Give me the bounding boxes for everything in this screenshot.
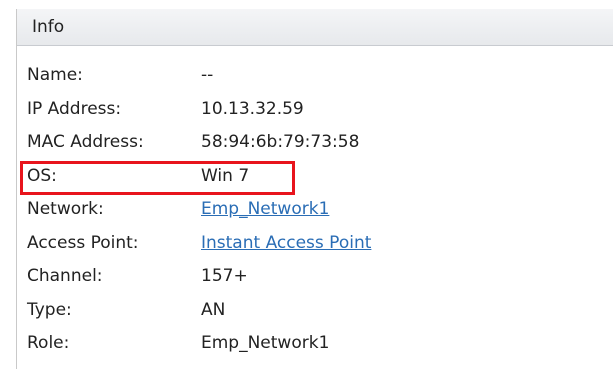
ip-address-value: 10.13.32.59 — [201, 98, 304, 119]
role-label: Role: — [27, 333, 70, 353]
row-channel: Channel: 157+ — [17, 261, 613, 295]
row-name: Name: -- — [17, 60, 613, 94]
mac-address-value: 58:94:6b:79:73:58 — [201, 132, 360, 152]
os-label: OS: — [27, 165, 57, 186]
name-label: Name: — [27, 65, 83, 85]
row-network: Network: Emp_Network1 — [17, 194, 613, 228]
role-value: Emp_Network1 — [201, 333, 330, 353]
channel-value: 157+ — [201, 266, 248, 286]
row-access-point: Access Point: Instant Access Point — [17, 228, 613, 262]
ip-address-label: IP Address: — [27, 98, 122, 119]
name-value: -- — [201, 65, 214, 85]
network-label: Network: — [27, 199, 104, 219]
info-panel: Info Name: -- IP Address: 10.13.32.59 MA… — [16, 9, 613, 369]
panel-title: Info — [32, 17, 65, 37]
row-role: Role: Emp_Network1 — [17, 328, 613, 362]
row-ip-address: IP Address: 10.13.32.59 — [17, 94, 613, 128]
channel-label: Channel: — [27, 266, 103, 286]
info-panel-header: Info — [17, 9, 613, 46]
client-info-screenshot: Info Name: -- IP Address: 10.13.32.59 MA… — [0, 0, 613, 369]
info-rows: Name: -- IP Address: 10.13.32.59 MAC Add… — [17, 60, 613, 362]
os-value: Win 7 — [201, 165, 250, 186]
mac-address-label: MAC Address: — [27, 132, 144, 152]
type-label: Type: — [27, 299, 72, 320]
network-link[interactable]: Emp_Network1 — [201, 198, 329, 220]
row-os: OS: Win 7 — [17, 161, 613, 195]
cropped-heading-strip — [0, 0, 613, 8]
type-value: AN — [201, 299, 226, 320]
access-point-label: Access Point: — [27, 232, 139, 253]
row-type: Type: AN — [17, 295, 613, 329]
access-point-link[interactable]: Instant Access Point — [201, 232, 371, 254]
row-mac-address: MAC Address: 58:94:6b:79:73:58 — [17, 127, 613, 161]
